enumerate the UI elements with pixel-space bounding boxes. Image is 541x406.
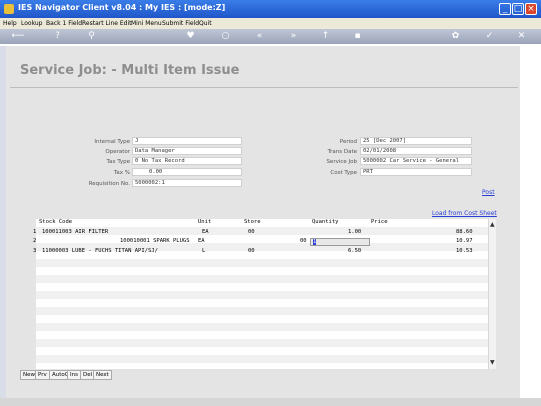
cell-quantity: 1.00 [348, 229, 362, 235]
grid-row-bg [36, 339, 488, 347]
quantity-edit-value: 1 [313, 239, 317, 245]
check-icon[interactable]: ✓ [484, 31, 495, 42]
col-stock-code: Stock Code [39, 219, 73, 225]
cell-unit: EA [198, 238, 205, 244]
forward-icon[interactable]: » [288, 31, 299, 42]
cell-store: 00 [248, 248, 255, 254]
pin-icon[interactable]: ↑ [320, 31, 331, 42]
period-label: Period [339, 139, 357, 145]
row-number: 2 [33, 238, 37, 244]
tax-pct-field[interactable]: 0.00 [132, 168, 242, 176]
cell-price: 10.97 [456, 238, 473, 244]
heart-icon[interactable]: ♥ [185, 31, 196, 42]
page-title: Service Job: - Multi Item Issue [20, 63, 240, 78]
maximize-icon[interactable]: □ [512, 3, 524, 15]
table-row[interactable]: 3 11000003 LUBE - FUCHS TITAN API/SJ/ L … [30, 248, 488, 256]
menu-quit[interactable]: Quit [199, 18, 212, 29]
service-job-label: Service Job [326, 159, 357, 165]
list-icon[interactable]: ▪ [352, 31, 363, 42]
cost-type-label: Cost Type [330, 170, 357, 176]
grid-header: Stock Code Unit Store Quantity Price [36, 219, 488, 227]
grid-scrollbar[interactable]: ▲ ▼ [488, 219, 496, 369]
tax-pct-label: Tax % [113, 170, 130, 176]
row-number: 1 [33, 229, 37, 235]
grid-action-bar: New Prv AutoC Ins Del Next [20, 370, 220, 380]
back-arrow-icon[interactable]: ⟵ [8, 31, 28, 42]
trans-date-field[interactable]: 02/01/2008 [360, 147, 472, 155]
cell-stock-code: 11000003 LUBE - FUCHS TITAN API/SJ/ [42, 248, 158, 254]
cell-quantity: 6.50 [348, 248, 362, 254]
menu-restart-line-edit[interactable]: Restart Line Edit [82, 18, 132, 29]
requisition-field[interactable]: 5000002:1 [132, 179, 242, 187]
scroll-up-icon[interactable]: ▲ [490, 221, 495, 228]
cell-stock-code: 100011003 AIR FILTER [42, 229, 109, 235]
tax-type-field[interactable]: 0 No Tax Record [132, 157, 242, 165]
col-store: Store [244, 219, 261, 225]
help-icon[interactable]: ? [52, 31, 63, 42]
right-panel-strip [520, 46, 541, 398]
status-bar [0, 398, 541, 406]
trans-date-label: Trans Date [327, 149, 357, 155]
col-unit: Unit [198, 219, 212, 225]
grid-row-bg [36, 259, 488, 267]
grid-row-bg [36, 355, 488, 363]
rewind-icon[interactable]: « [254, 31, 265, 42]
menu-submit-field[interactable]: Submit Field [162, 18, 199, 29]
minimize-icon[interactable]: _ [499, 3, 511, 15]
menu-mini-menu[interactable]: Mini Menu [131, 18, 162, 29]
search-icon[interactable]: ⚲ [86, 31, 97, 42]
grid-row-bg [36, 291, 488, 299]
app-icon [4, 4, 14, 14]
cancel-icon[interactable]: ✕ [516, 31, 527, 42]
title-divider [10, 87, 518, 88]
menu-back-field[interactable]: Back 1 Field [46, 18, 82, 29]
cost-type-field[interactable]: PRT [360, 168, 472, 176]
table-row[interactable]: 1 100011003 AIR FILTER EA 00 1.00 88.60 [30, 229, 488, 237]
service-job-field[interactable]: 5000002 Car Service - General [360, 157, 472, 165]
cell-unit: L [202, 248, 206, 254]
col-quantity: Quantity [312, 219, 339, 225]
cell-unit: EA [202, 229, 209, 235]
post-link[interactable]: Post [482, 189, 495, 196]
window-titlebar: IES Navigator Client v8.04 : My IES : [m… [0, 0, 541, 18]
operator-label: Operator [105, 149, 130, 155]
operator-field[interactable]: Data Manager [132, 147, 242, 155]
close-icon[interactable]: × [525, 3, 537, 15]
cell-price: 88.60 [456, 229, 473, 235]
internal-type-field[interactable]: J [132, 137, 242, 145]
cell-store: 00 [300, 238, 307, 244]
menu-bar: Help Lookup Back 1 Field Restart Line Ed… [0, 18, 541, 29]
menu-help[interactable]: Help [3, 18, 17, 29]
table-row[interactable]: 2 100010001 SPARK PLUGS EA 00 1 10.97 [30, 238, 488, 246]
refresh-icon[interactable]: ○ [220, 31, 231, 42]
cell-stock-code: 100010001 SPARK PLUGS [120, 238, 190, 244]
row-number: 3 [33, 248, 37, 254]
window-title: IES Navigator Client v8.04 : My IES : [m… [18, 3, 226, 12]
grid-row-bg [36, 275, 488, 283]
settings-icon[interactable]: ✿ [450, 31, 461, 42]
grid-row-bg [36, 323, 488, 331]
internal-type-label: Internal Type [94, 139, 130, 145]
cell-store: 00 [248, 229, 255, 235]
period-field[interactable]: 25 [Dec 2007] [360, 137, 472, 145]
cell-price: 10.53 [456, 248, 473, 254]
next-button[interactable]: Next [93, 370, 112, 380]
col-price: Price [371, 219, 388, 225]
insert-button[interactable]: Ins [67, 370, 81, 380]
menu-lookup[interactable]: Lookup [21, 18, 42, 29]
toolbar: ⟵ ? ⚲ ♥ ○ « » ↑ ▪ ✿ ✓ ✕ [0, 29, 541, 44]
grid-row-bg [36, 307, 488, 315]
scroll-down-icon[interactable]: ▼ [490, 359, 495, 366]
tax-type-label: Tax Type [106, 159, 130, 165]
requisition-label: Requisition No. [88, 181, 130, 187]
prev-button[interactable]: Prv [35, 370, 50, 380]
load-cost-sheet-link[interactable]: Load from Cost Sheet [432, 210, 497, 217]
quantity-edit-field[interactable]: 1 [310, 238, 370, 246]
